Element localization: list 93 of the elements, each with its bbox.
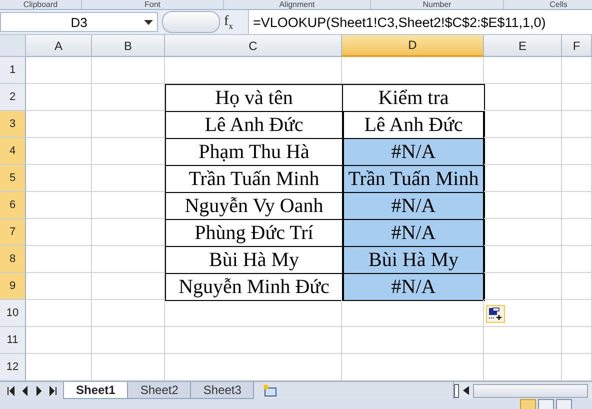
grid-cell[interactable] <box>26 327 92 354</box>
grid-cell[interactable] <box>562 57 592 84</box>
table-cell: #N/A <box>342 192 485 220</box>
row-header[interactable]: 8 <box>0 246 26 273</box>
grid-cell[interactable] <box>26 273 92 300</box>
formula-field[interactable]: =VLOOKUP(Sheet1!C3,Sheet2!$C$2:$E$11,1,0) <box>248 10 592 34</box>
grid-cell[interactable] <box>562 165 592 192</box>
grid-cell[interactable] <box>484 273 562 300</box>
grid-cell[interactable] <box>26 246 92 273</box>
normal-view-icon[interactable] <box>520 399 536 409</box>
grid-cell[interactable] <box>484 219 562 246</box>
grid-cell[interactable] <box>562 273 592 300</box>
row-header[interactable]: 1 <box>0 57 26 84</box>
grid-cell[interactable] <box>484 57 562 84</box>
row-header[interactable]: 6 <box>0 192 26 219</box>
grid-cell[interactable] <box>26 219 92 246</box>
grid-cell[interactable] <box>484 327 562 354</box>
grid-cell[interactable] <box>562 246 592 273</box>
last-sheet-icon[interactable] <box>48 386 58 396</box>
grid-cell[interactable] <box>484 138 562 165</box>
table-cell: Nguyễn Minh Đức <box>165 273 343 301</box>
scroll-left-icon[interactable] <box>463 386 469 395</box>
table-cell: Trần Tuấn Minh <box>342 165 485 193</box>
ribbon-group-label: Cells <box>504 0 592 9</box>
row-header[interactable]: 11 <box>0 327 26 354</box>
table-cell: #N/A <box>342 219 485 247</box>
row-header[interactable]: 12 <box>0 354 26 381</box>
grid-cell[interactable] <box>484 111 562 138</box>
column-header[interactable]: A <box>26 35 92 57</box>
grid-cell[interactable] <box>26 192 92 219</box>
grid-cell[interactable] <box>92 327 165 354</box>
first-sheet-icon[interactable] <box>6 386 16 396</box>
grid-cell[interactable] <box>165 300 342 327</box>
column-header[interactable]: D <box>342 35 484 57</box>
row-header[interactable]: 9 <box>0 273 26 300</box>
grid-cell[interactable] <box>26 84 92 111</box>
formula-bar-handle[interactable] <box>162 11 220 33</box>
next-sheet-icon[interactable] <box>34 386 44 396</box>
sheet-tab[interactable]: Sheet2 <box>127 382 192 399</box>
grid-cell[interactable] <box>342 327 484 354</box>
column-header[interactable]: B <box>92 35 165 57</box>
ribbon-group-label: Alignment <box>224 0 371 9</box>
row-header[interactable]: 3 <box>0 111 26 138</box>
grid-cell[interactable] <box>165 327 342 354</box>
horizontal-scrollbar[interactable] <box>453 382 592 399</box>
row-header[interactable]: 7 <box>0 219 26 246</box>
grid-cell[interactable] <box>484 165 562 192</box>
column-header[interactable]: C <box>165 35 342 57</box>
table-cell: Lê Anh Đức <box>342 111 485 139</box>
grid-cell[interactable] <box>92 300 165 327</box>
ribbon-group-label: Clipboard <box>0 0 82 9</box>
row-header[interactable]: 4 <box>0 138 26 165</box>
table-cell: #N/A <box>342 273 485 301</box>
paste-options-icon[interactable] <box>486 305 505 323</box>
sheet-tab[interactable]: Sheet3 <box>190 382 254 399</box>
split-handle[interactable] <box>454 384 459 398</box>
row-header[interactable]: 5 <box>0 165 26 192</box>
table-cell: Họ và tên <box>165 84 343 112</box>
grid-cell[interactable] <box>484 246 562 273</box>
ribbon-group-label: Number <box>371 0 504 9</box>
sheet-tab[interactable]: Sheet1 <box>63 382 128 399</box>
name-box[interactable]: D3 <box>0 12 158 32</box>
dropdown-icon[interactable] <box>144 20 153 25</box>
grid-cell[interactable] <box>484 84 562 111</box>
grid-cell[interactable] <box>92 57 165 84</box>
grid-cell[interactable] <box>562 111 592 138</box>
page-layout-view-icon[interactable] <box>538 399 554 409</box>
insert-function-button[interactable]: f$_{x}$ <box>224 14 244 30</box>
grid-cell[interactable] <box>562 84 592 111</box>
grid-cell[interactable] <box>562 300 592 327</box>
grid-cell[interactable] <box>26 111 92 138</box>
grid-cell[interactable] <box>26 165 92 192</box>
grid-cell[interactable] <box>484 300 562 327</box>
column-header[interactable]: F <box>562 35 592 57</box>
grid-cell[interactable] <box>562 192 592 219</box>
grid-cell[interactable] <box>26 300 92 327</box>
table-cell: Bùi Hà My <box>342 246 485 274</box>
ribbon-group-label: Font <box>82 0 224 9</box>
table-cell: Kiểm tra <box>342 84 485 112</box>
grid-cell[interactable] <box>342 300 484 327</box>
grid-cell[interactable] <box>26 57 92 84</box>
previous-sheet-icon[interactable] <box>20 386 30 396</box>
column-header[interactable]: E <box>484 35 562 57</box>
row-header[interactable]: 10 <box>0 300 26 327</box>
grid-cell[interactable] <box>562 138 592 165</box>
grid-cell[interactable] <box>562 327 592 354</box>
grid-cell[interactable] <box>26 138 92 165</box>
row-header[interactable]: 2 <box>0 84 26 111</box>
grid-cell[interactable] <box>484 192 562 219</box>
grid-cell[interactable] <box>562 219 592 246</box>
select-all-button[interactable] <box>0 35 26 57</box>
page-break-view-icon[interactable] <box>556 399 572 409</box>
table-cell: #N/A <box>342 138 485 166</box>
